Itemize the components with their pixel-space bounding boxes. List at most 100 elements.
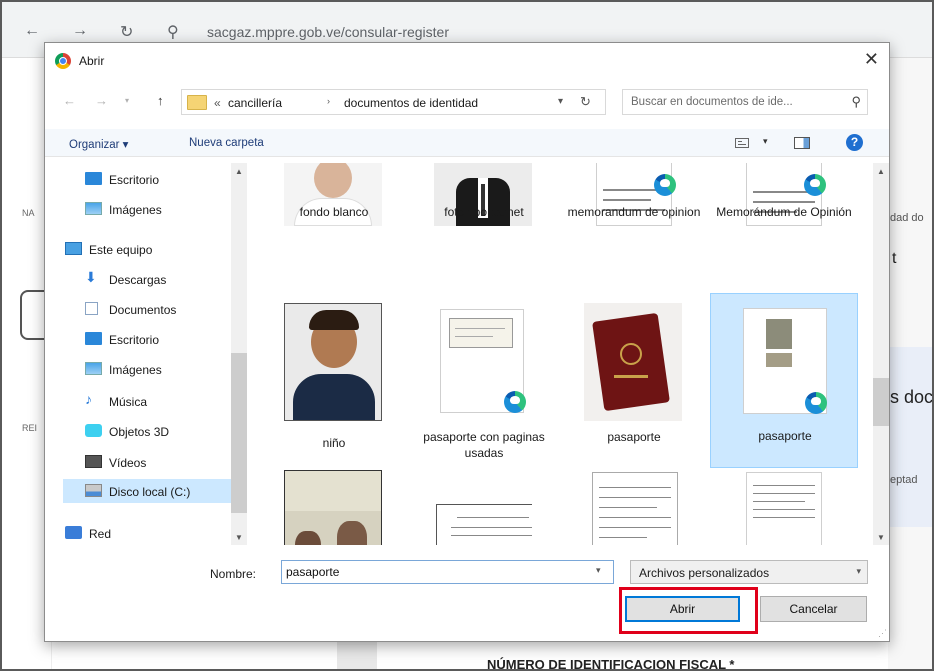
forward-icon[interactable]: → <box>95 93 108 108</box>
breadcrumb-overflow[interactable]: « <box>214 96 221 110</box>
page-heading: s doc <box>890 387 934 407</box>
file-thumbnail <box>584 303 682 421</box>
chevron-down-icon[interactable]: ▾ <box>763 136 768 147</box>
file-item[interactable] <box>260 468 408 545</box>
chevron-down-icon[interactable]: ▾ <box>596 565 601 576</box>
dialog-title: Abrir <box>79 54 105 68</box>
nav-item-imagenes[interactable]: Imágenes <box>63 357 231 381</box>
file-item[interactable]: Memorándum de Opinión <box>710 163 858 283</box>
view-options-icon[interactable] <box>735 138 749 148</box>
local-disk-icon <box>85 484 102 497</box>
cancel-button[interactable]: Cancelar <box>760 596 867 622</box>
breadcrumb-separator[interactable]: › <box>327 96 330 106</box>
nav-item-label: Documentos <box>109 303 177 317</box>
file-name: fondo blanco <box>299 205 369 219</box>
file-thumbnail <box>434 303 532 421</box>
pictures-icon <box>85 202 102 215</box>
scroll-up-icon[interactable]: ▲ <box>877 167 885 176</box>
up-arrow-icon[interactable]: ↑ <box>157 93 164 108</box>
nav-item-documentos[interactable]: Documentos <box>63 297 231 321</box>
page-text: eptad <box>890 474 918 486</box>
file-name: niño <box>322 436 346 450</box>
nav-item-label: Escritorio <box>109 173 160 187</box>
nav-item-red[interactable]: Red <box>63 521 231 545</box>
nav-scrollbar-thumb[interactable] <box>231 353 247 513</box>
chrome-icon <box>55 53 71 69</box>
back-icon[interactable]: ← <box>63 93 76 108</box>
scroll-up-icon[interactable]: ▲ <box>235 167 243 176</box>
videos-icon <box>85 455 102 468</box>
file-thumbnail <box>434 498 532 545</box>
breadcrumb[interactable]: « cancillería › documentos de identidad … <box>181 89 606 115</box>
nav-item-disco-local[interactable]: Disco local (C:) <box>63 479 231 503</box>
nav-item-descargas[interactable]: ⬇ Descargas <box>63 267 231 291</box>
nav-item-label: Imágenes <box>109 363 162 377</box>
command-bar: Organizar ▾ Nueva carpeta ▾ ? <box>45 129 889 157</box>
address-bar-url[interactable]: sacgaz.mppre.gob.ve/consular-register <box>207 24 449 40</box>
edge-icon <box>654 174 676 196</box>
nav-item-label: Descargas <box>109 273 167 287</box>
nav-item-musica[interactable]: ♪ Música <box>63 389 231 413</box>
refresh-icon[interactable]: ↻ <box>580 94 591 110</box>
file-list-scrollbar-thumb[interactable] <box>873 378 889 426</box>
new-folder-button[interactable]: Nueva carpeta <box>189 137 264 149</box>
resize-grip-icon[interactable]: ⋰ <box>878 628 887 639</box>
search-icon[interactable]: ⚲ <box>851 94 861 110</box>
help-icon[interactable]: ? <box>846 134 863 151</box>
chevron-down-icon[interactable]: ▾ <box>125 96 129 105</box>
file-name: Memorándum de Opinión <box>716 205 852 219</box>
open-file-dialog: Abrir ✕ ← → ▾ ↑ « cancillería › document… <box>44 42 890 642</box>
preview-pane-icon[interactable] <box>794 137 810 149</box>
nav-item-label: Vídeos <box>109 456 147 470</box>
nav-item-label: Escritorio <box>109 333 160 347</box>
nav-item-label: Imágenes <box>109 203 162 217</box>
page-field-label: NÚMERO DE IDENTIFICACION FISCAL * <box>487 657 735 671</box>
breadcrumb-item[interactable]: documentos de identidad <box>344 96 478 110</box>
file-item[interactable]: fondo blanco <box>260 163 408 283</box>
file-type-select[interactable]: Archivos personalizados ▾ <box>630 560 868 584</box>
file-item[interactable]: pasaporte con paginas usadas <box>410 295 558 470</box>
nav-item-escritorio[interactable]: Escritorio <box>63 327 231 351</box>
chevron-down-icon: ▾ <box>856 566 861 576</box>
close-icon[interactable]: ✕ <box>864 49 879 70</box>
file-item[interactable]: memorandum de opinion <box>560 163 708 283</box>
scroll-down-icon[interactable]: ▼ <box>235 533 243 542</box>
site-info-icon[interactable]: ⚲ <box>167 22 179 42</box>
address-row: ← → ▾ ↑ « cancillería › documentos de id… <box>45 87 889 117</box>
file-list-scrollbar[interactable] <box>873 163 889 545</box>
music-icon: ♪ <box>85 391 92 407</box>
file-item-selected[interactable]: pasaporte <box>710 293 858 468</box>
filename-input[interactable] <box>281 560 614 584</box>
nav-item-este-equipo[interactable]: Este equipo <box>63 237 231 261</box>
this-pc-icon <box>65 242 82 255</box>
file-thumbnail <box>584 472 682 545</box>
nav-item-videos[interactable]: Vídeos <box>63 450 231 474</box>
scroll-down-icon[interactable]: ▼ <box>877 533 885 542</box>
chevron-down-icon[interactable]: ▾ <box>558 96 563 107</box>
file-item[interactable] <box>710 468 858 545</box>
navigation-pane: Escritorio Imágenes Este equipo ⬇ Descar… <box>63 163 247 545</box>
back-icon[interactable]: ← <box>24 22 40 40</box>
file-item[interactable]: foto tipo carnet <box>410 163 558 283</box>
file-name: pasaporte con paginas usadas <box>423 430 545 460</box>
page-info-box <box>888 347 932 527</box>
file-thumbnail <box>284 470 382 545</box>
reload-icon[interactable]: ↻ <box>120 22 133 42</box>
file-item[interactable]: niño <box>260 295 408 470</box>
breadcrumb-item[interactable]: cancillería <box>228 96 282 110</box>
nav-item-label: Música <box>109 395 148 409</box>
file-item[interactable] <box>560 468 708 545</box>
nav-item-objetos-3d[interactable]: Objetos 3D <box>63 419 231 443</box>
dialog-title-bar[interactable]: Abrir ✕ <box>45 43 889 79</box>
forward-icon[interactable]: → <box>72 22 88 40</box>
file-item[interactable] <box>410 468 558 545</box>
desktop-icon <box>85 332 102 345</box>
desktop-icon <box>85 172 102 185</box>
nav-item-imagenes[interactable]: Imágenes <box>63 197 231 221</box>
file-item[interactable]: pasaporte <box>560 295 708 470</box>
search-input[interactable]: Buscar en documentos de ide... ⚲ <box>622 89 868 115</box>
organize-button[interactable]: Organizar ▾ <box>69 137 128 151</box>
nav-item-escritorio[interactable]: Escritorio <box>63 167 231 191</box>
page-text: dad do <box>890 212 924 224</box>
file-name: pasaporte <box>758 429 812 443</box>
